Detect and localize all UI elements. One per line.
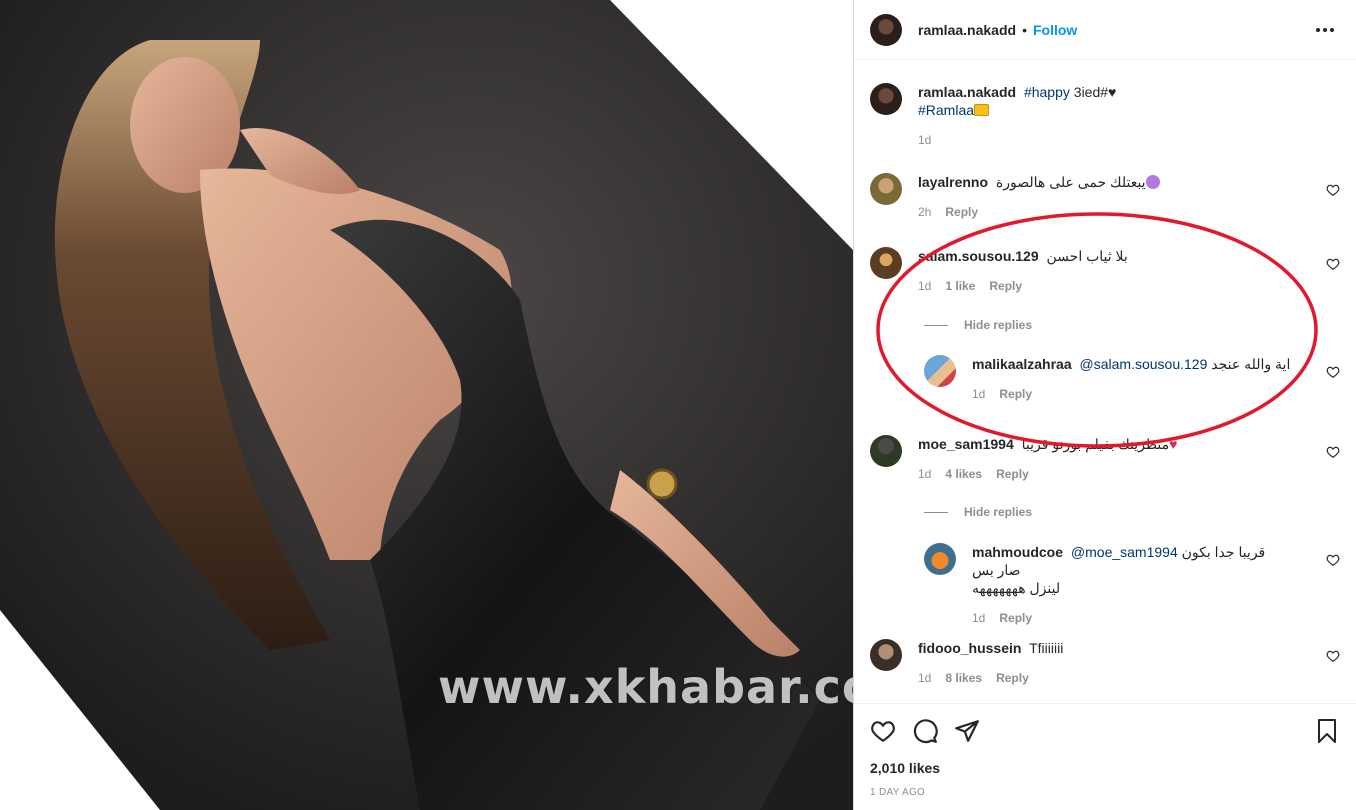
- like-reply-heart-icon[interactable]: [1326, 365, 1340, 379]
- author-username[interactable]: ramlaa.nakadd: [918, 22, 1016, 38]
- reply-button[interactable]: Reply: [996, 671, 1029, 685]
- caption-username[interactable]: ramlaa.nakadd: [918, 84, 1016, 100]
- comment-item: salam.sousou.129 بلا ثياب احسن 1d 1 like…: [870, 247, 1340, 293]
- commenter-avatar[interactable]: [870, 247, 902, 279]
- author-avatar[interactable]: [870, 13, 902, 46]
- heart-icon[interactable]: [870, 718, 896, 744]
- person-emoji-icon: [1145, 175, 1160, 189]
- likes-count[interactable]: 2,010 likes: [870, 760, 940, 776]
- hide-replies-button[interactable]: Hide replies: [924, 318, 1032, 332]
- black-heart-icon: ♥: [1108, 84, 1117, 100]
- comment-time: 1d: [918, 467, 932, 481]
- post-side-panel: ramlaa.nakadd • Follow ramlaa.nakadd #ha…: [853, 0, 1356, 810]
- comment-username[interactable]: layalrenno: [918, 174, 988, 190]
- crown-emoji-icon: [974, 104, 990, 116]
- caption-text: 3ied#: [1073, 84, 1109, 100]
- comment-item: fidooo_hussein Tfiiiiiii 1d 8 likes Repl…: [870, 639, 1340, 685]
- comment-username[interactable]: moe_sam1994: [918, 436, 1014, 452]
- reply-item: malikaalzahraa @salam.sousou.129 اية وال…: [924, 355, 1340, 401]
- caption-avatar[interactable]: [870, 83, 902, 115]
- caption: ramlaa.nakadd #happy 3ied#♥ #Ramlaa 1d: [870, 83, 1340, 147]
- separator-dot: •: [1022, 21, 1027, 38]
- post-date: 1 DAY AGO: [870, 787, 926, 798]
- save-icon[interactable]: [1315, 718, 1339, 744]
- comment-text: يبعتلك حمى على هالصورة: [995, 174, 1146, 190]
- commenter-avatar[interactable]: [870, 639, 902, 671]
- like-comment-heart-icon[interactable]: [1326, 649, 1340, 663]
- hashtag-happy[interactable]: #happy: [1024, 84, 1070, 100]
- comment-likes[interactable]: 1 like: [945, 279, 975, 293]
- hide-replies-button[interactable]: Hide replies: [924, 505, 1032, 519]
- comment-text: منطرينك بفيلم بورنو قريبا: [1021, 436, 1170, 452]
- like-comment-heart-icon[interactable]: [1326, 183, 1340, 197]
- reply-username[interactable]: mahmoudcoe: [972, 544, 1063, 560]
- reply-button[interactable]: Reply: [999, 611, 1032, 625]
- replier-avatar[interactable]: [924, 543, 956, 575]
- hashtag-ramlaa[interactable]: #Ramlaa: [918, 102, 974, 118]
- comment-time: 1d: [918, 279, 932, 293]
- reply-time: 1d: [972, 387, 986, 401]
- reply-button[interactable]: Reply: [999, 387, 1032, 401]
- comment-likes[interactable]: 4 likes: [945, 467, 982, 481]
- reply-time: 1d: [972, 611, 986, 625]
- reply-username[interactable]: malikaalzahraa: [972, 356, 1072, 372]
- post-header: ramlaa.nakadd • Follow: [854, 0, 1356, 60]
- reply-button[interactable]: Reply: [989, 279, 1022, 293]
- comment-time: 1d: [918, 671, 932, 685]
- reply-text: اية والله عنجد: [1211, 356, 1291, 372]
- replier-avatar[interactable]: [924, 355, 956, 387]
- like-comment-heart-icon[interactable]: [1326, 257, 1340, 271]
- follow-button[interactable]: Follow: [1033, 22, 1077, 38]
- comment-item: layalrenno يبعتلك حمى على هالصورة 2h Rep…: [870, 173, 1340, 219]
- comments-list[interactable]: ramlaa.nakadd #happy 3ied#♥ #Ramlaa 1d l…: [854, 61, 1356, 703]
- comment-item: moe_sam1994 منطرينك بفيلم بورنو قريبا♥ 1…: [870, 435, 1340, 481]
- more-options-icon[interactable]: [1316, 22, 1334, 38]
- caption-time: 1d: [918, 133, 932, 147]
- commenter-avatar[interactable]: [870, 435, 902, 467]
- reply-button[interactable]: Reply: [945, 205, 978, 219]
- comment-time: 2h: [918, 205, 932, 219]
- reply-mention[interactable]: @moe_sam1994: [1071, 544, 1178, 560]
- comment-username[interactable]: salam.sousou.129: [918, 248, 1039, 264]
- reply-text-line2: لينزل هههههههه: [972, 580, 1061, 596]
- comment-text: بلا ثياب احسن: [1046, 248, 1128, 264]
- post-actions: 2,010 likes 1 DAY AGO: [854, 703, 1356, 810]
- reply-button[interactable]: Reply: [996, 467, 1029, 481]
- reply-item: mahmoudcoe @moe_sam1994 قريبا جدا بكون ص…: [924, 543, 1340, 625]
- comment-likes[interactable]: 8 likes: [945, 671, 982, 685]
- reply-mention[interactable]: @salam.sousou.129: [1080, 356, 1208, 372]
- watermark-text: www.xkhabar.com: [438, 660, 853, 714]
- post-photo[interactable]: www.xkhabar.com: [0, 0, 853, 810]
- like-comment-heart-icon[interactable]: [1326, 445, 1340, 459]
- comment-username[interactable]: fidooo_hussein: [918, 640, 1021, 656]
- red-heart-icon: ♥: [1169, 436, 1178, 452]
- comment-text: Tfiiiiiii: [1029, 640, 1064, 656]
- commenter-avatar[interactable]: [870, 173, 902, 205]
- share-icon[interactable]: [954, 718, 980, 744]
- like-reply-heart-icon[interactable]: [1326, 553, 1340, 567]
- comment-icon[interactable]: [912, 718, 938, 744]
